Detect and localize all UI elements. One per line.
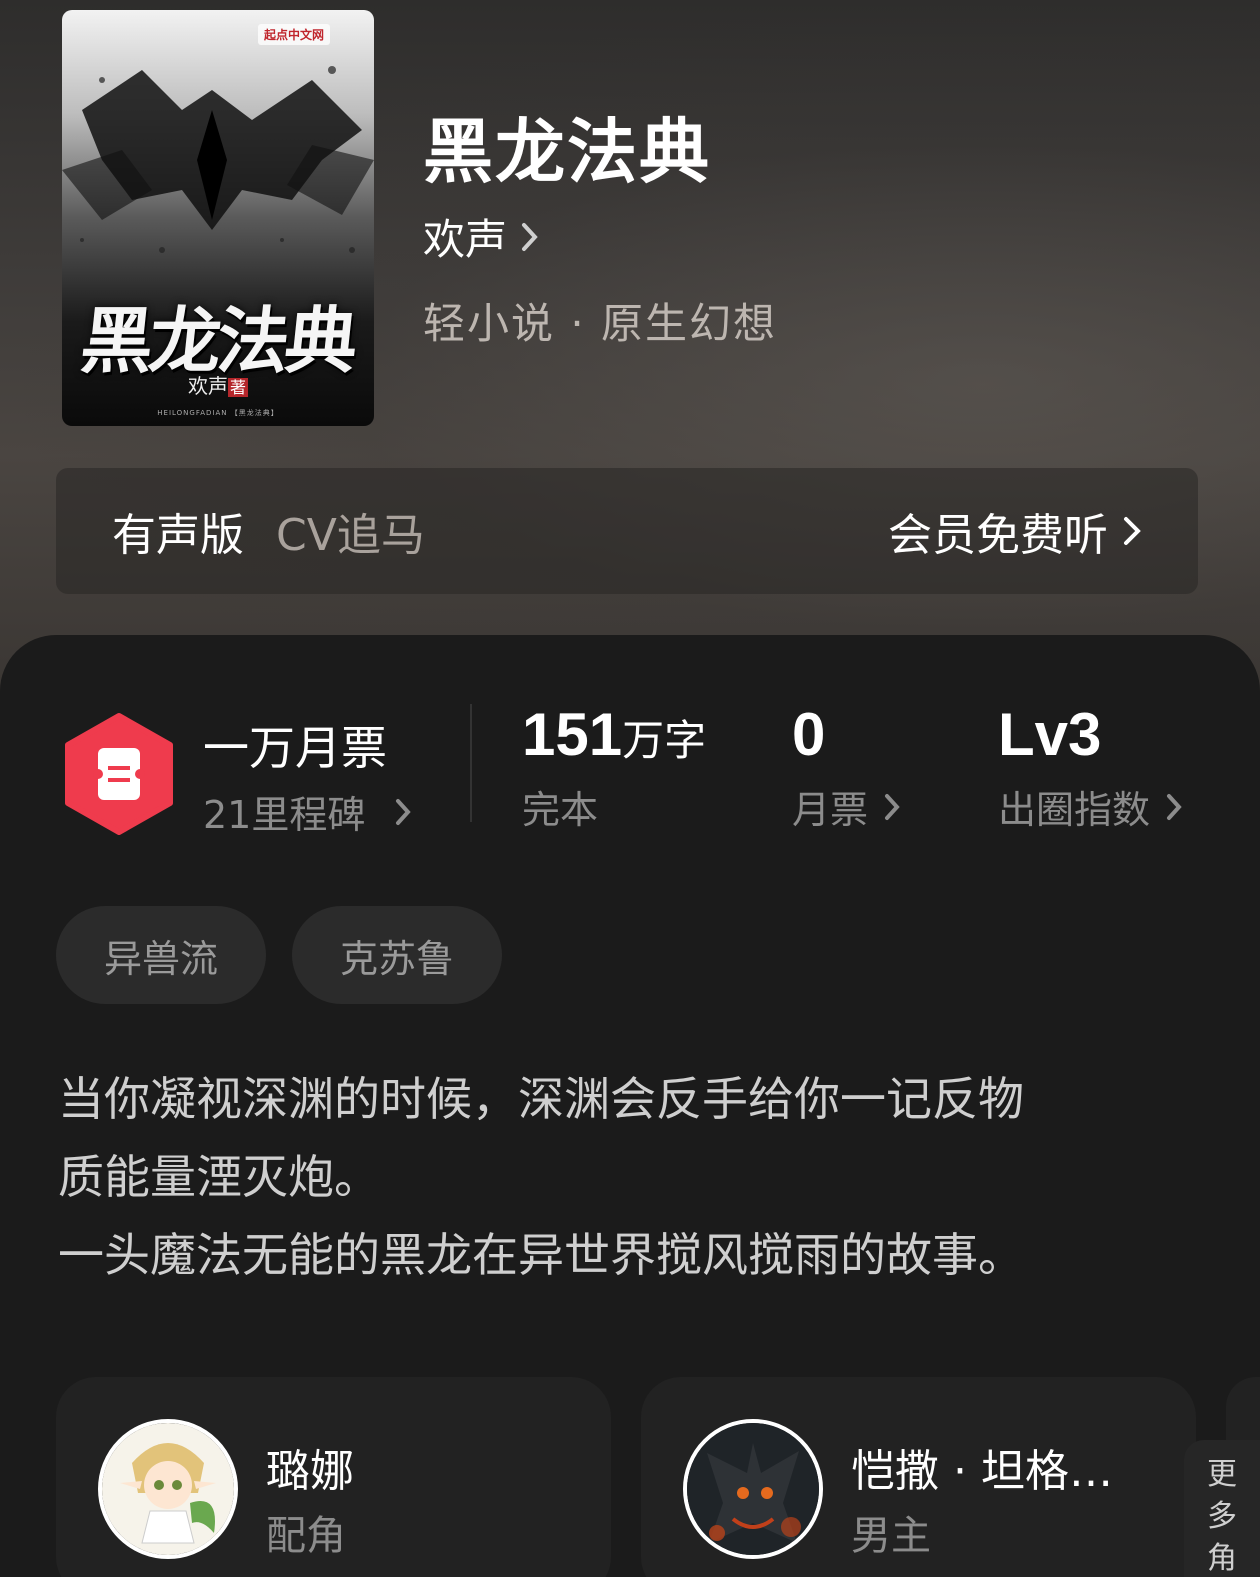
character-role: 配角: [266, 1513, 346, 1559]
monthly-ticket-value: 0: [792, 701, 826, 768]
word-count-value: 151: [522, 701, 623, 768]
cover-author-name: 欢声: [187, 374, 228, 398]
word-count-unit: 万字: [622, 716, 707, 765]
author-name: 欢声: [423, 215, 508, 264]
book-title: 黑龙法典: [423, 110, 711, 193]
more-characters-button[interactable]: 更 多 角: [1184, 1440, 1260, 1577]
milestone-link[interactable]: 21里程碑: [203, 784, 412, 839]
popularity-index-label: 出圈指数: [998, 788, 1151, 832]
completion-status: 完本: [522, 788, 599, 832]
author-link[interactable]: 欢声: [423, 206, 539, 267]
popularity-index-stat[interactable]: Lv3 出圈指数: [998, 700, 1182, 834]
description-line: 当你凝视深渊的时候，深渊会反手给你一记反物: [58, 1072, 1024, 1126]
character-name: 璐娜: [266, 1446, 354, 1497]
more-label-char: 角: [1207, 1541, 1237, 1576]
book-description: 当你凝视深渊的时候，深渊会反手给你一记反物 质能量湮灭炮。 一头魔法无能的黑龙在…: [58, 1060, 1208, 1294]
audio-version-bar[interactable]: 有声版 CV追马 会员免费听: [56, 468, 1198, 594]
character-role: 男主: [851, 1513, 931, 1559]
milestone-label: 21里程碑: [203, 793, 366, 837]
member-free-listen-label: 会员免费听: [888, 510, 1108, 561]
cover-author: 欢声著: [62, 370, 374, 399]
publisher-logo: 起点中文网: [257, 24, 330, 45]
cover-subtitle: HEILONGFADIAN 【黑龙法典】: [157, 409, 279, 417]
description-line: 一头魔法无能的黑龙在异世界搅风搅雨的故事。: [58, 1228, 1024, 1282]
monthly-ticket-stat[interactable]: 0 月票: [792, 700, 900, 834]
audio-cv: CV追马: [276, 510, 425, 561]
chevron-right-icon: [885, 793, 900, 820]
monthly-ticket-label-row: 月票: [792, 779, 900, 834]
popularity-index-label-row: 出圈指数: [998, 779, 1182, 834]
dragon-illustration: [62, 66, 374, 253]
popularity-index-value: Lv3: [998, 701, 1102, 768]
badge-title: 一万月票: [203, 721, 387, 775]
member-free-listen-button[interactable]: 会员免费听: [888, 499, 1142, 563]
tag-chip[interactable]: 克苏鲁: [292, 906, 502, 1004]
description-line: 质能量湮灭炮。: [58, 1150, 380, 1204]
character-name: 恺撒 · 坦格…: [851, 1446, 1113, 1497]
divider: [470, 704, 472, 822]
tag-chip[interactable]: 异兽流: [56, 906, 266, 1004]
audio-label: 有声版: [112, 510, 244, 561]
more-label-char: 多: [1207, 1499, 1237, 1534]
book-cover[interactable]: 起点中文网 黑龙法典 欢声著 HEILONGFADIAN 【黑龙法典】: [62, 10, 374, 426]
more-label-char: 更: [1207, 1457, 1237, 1492]
monthly-ticket-label: 月票: [792, 788, 869, 832]
character-avatar: [683, 1419, 823, 1559]
book-genre[interactable]: 轻小说 · 原生幻想: [423, 290, 777, 351]
word-count-stat: 151万字 完本: [522, 700, 706, 834]
character-card[interactable]: 璐娜 配角: [56, 1377, 611, 1577]
cover-seal: 著: [227, 378, 248, 397]
chevron-right-icon: [396, 798, 412, 825]
character-card[interactable]: 恺撒 · 坦格… 男主: [641, 1377, 1196, 1577]
character-avatar: [98, 1419, 238, 1559]
chevron-right-icon: [1167, 793, 1182, 820]
chevron-right-icon: [522, 222, 538, 251]
monthly-ticket-badge-icon[interactable]: [62, 712, 176, 836]
chevron-right-icon: [1124, 517, 1141, 545]
